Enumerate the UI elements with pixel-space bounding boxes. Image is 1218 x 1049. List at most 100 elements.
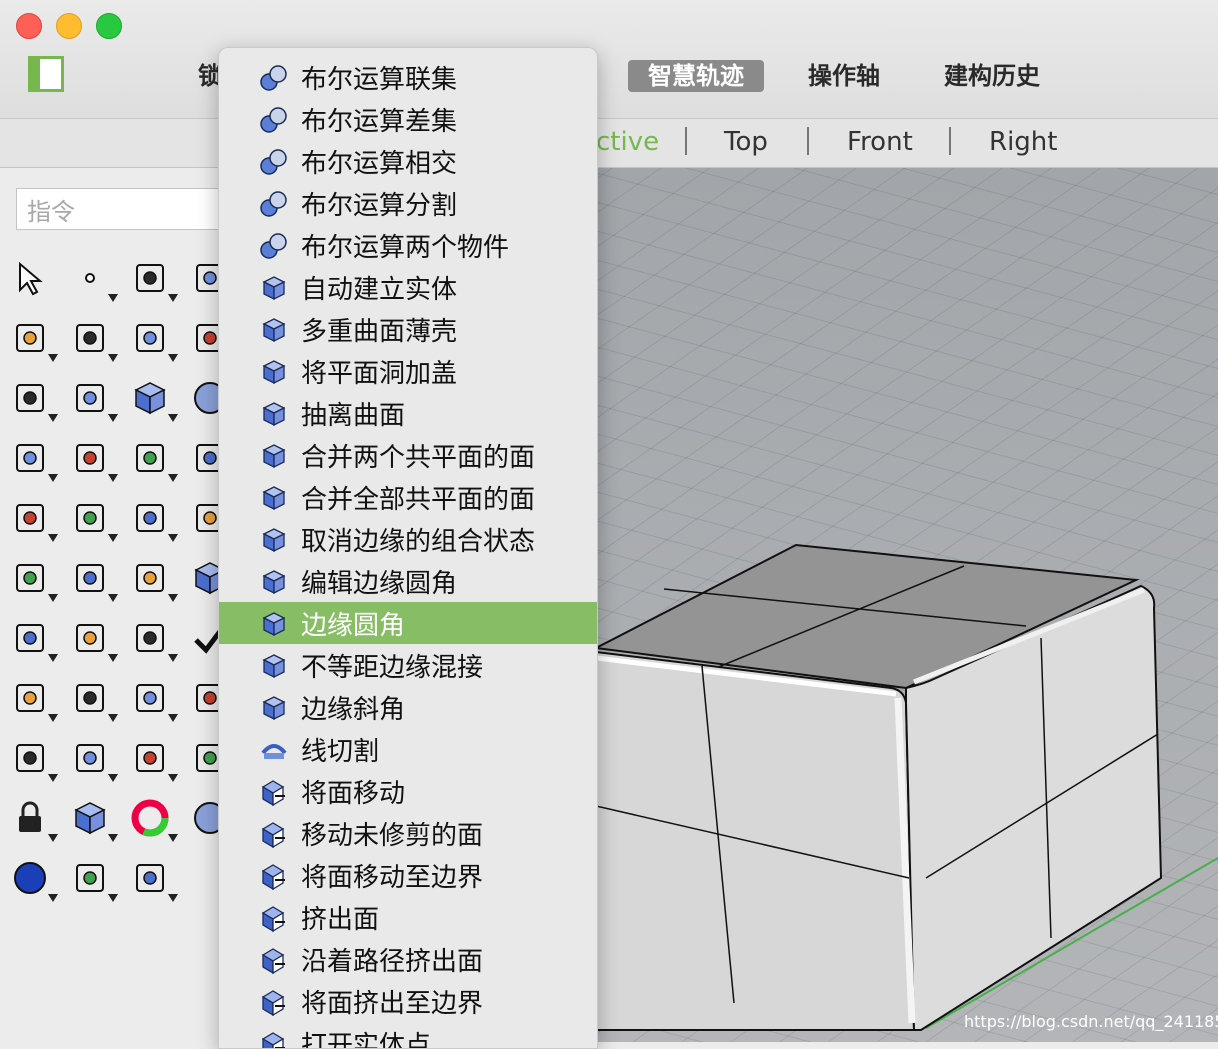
flyout-arrow-icon[interactable] — [108, 474, 118, 482]
patch-surface-icon[interactable] — [8, 436, 58, 482]
menu-item[interactable]: 合并两个共平面的面 — [219, 434, 597, 476]
flyout-arrow-icon[interactable] — [108, 894, 118, 902]
flyout-arrow-icon[interactable] — [108, 534, 118, 542]
flyout-arrow-icon[interactable] — [168, 654, 178, 662]
flyout-arrow-icon[interactable] — [168, 354, 178, 362]
menu-item[interactable]: 取消边缘的组合状态 — [219, 518, 597, 560]
flyout-arrow-icon[interactable] — [168, 714, 178, 722]
flyout-arrow-icon[interactable] — [168, 294, 178, 302]
zoom-window-icon[interactable] — [128, 676, 178, 722]
puzzle-join-icon[interactable] — [68, 436, 118, 482]
menu-item[interactable]: 布尔运算差集 — [219, 98, 597, 140]
layer-blocks-icon[interactable] — [128, 616, 178, 662]
flyout-arrow-icon[interactable] — [168, 594, 178, 602]
tab-top[interactable]: Top — [724, 127, 768, 157]
tab-smart-track[interactable]: 智慧轨迹 — [628, 60, 764, 92]
flyout-arrow-icon[interactable] — [108, 294, 118, 302]
flyout-arrow-icon[interactable] — [108, 594, 118, 602]
rectangle-icon[interactable] — [128, 316, 178, 362]
flyout-arrow-icon[interactable] — [168, 474, 178, 482]
light-icon[interactable] — [68, 856, 118, 902]
explode-icon[interactable] — [128, 436, 178, 482]
menu-item[interactable]: 布尔运算两个物件 — [219, 224, 597, 266]
perspective-viewport[interactable] — [596, 168, 1218, 1042]
flyout-arrow-icon[interactable] — [168, 534, 178, 542]
flyout-arrow-icon[interactable] — [108, 714, 118, 722]
circle-icon[interactable] — [8, 316, 58, 362]
command-field[interactable] — [16, 188, 246, 230]
flyout-arrow-icon[interactable] — [48, 654, 58, 662]
menu-item[interactable]: 沿着路径挤出面 — [219, 938, 597, 980]
pyramid-icon[interactable] — [8, 676, 58, 722]
layer-icon[interactable] — [68, 796, 118, 842]
menu-item[interactable]: 将平面洞加盖 — [219, 350, 597, 392]
menu-item[interactable]: 不等距边缘混接 — [219, 644, 597, 686]
zoom-button[interactable] — [96, 13, 122, 39]
menu-item[interactable]: 自动建立实体 — [219, 266, 597, 308]
tab-front[interactable]: Front — [847, 127, 913, 157]
menu-item[interactable]: 将面挤出至边界 — [219, 980, 597, 1022]
menu-item[interactable]: 边缘斜角 — [219, 686, 597, 728]
minimize-button[interactable] — [56, 13, 82, 39]
flyout-arrow-icon[interactable] — [108, 774, 118, 782]
flyout-arrow-icon[interactable] — [48, 534, 58, 542]
zoom-in-icon[interactable] — [68, 676, 118, 722]
tab-history[interactable]: 建构历史 — [944, 60, 1040, 92]
box-icon[interactable] — [128, 376, 178, 422]
sidebar-toggle-icon[interactable] — [28, 56, 64, 92]
lock-icon[interactable] — [8, 796, 58, 842]
tab-right[interactable]: Right — [989, 127, 1057, 157]
split-icon[interactable] — [68, 616, 118, 662]
menu-item[interactable]: 打开实体点 — [219, 1022, 597, 1048]
flyout-arrow-icon[interactable] — [48, 354, 58, 362]
menu-item[interactable]: 布尔运算联集 — [219, 56, 597, 98]
color-wheel-icon[interactable] — [128, 796, 178, 842]
menu-item[interactable]: 将面移动 — [219, 770, 597, 812]
scale-icon[interactable] — [8, 556, 58, 602]
flyout-arrow-icon[interactable] — [108, 414, 118, 422]
point-icon[interactable] — [68, 256, 118, 302]
flyout-arrow-icon[interactable] — [48, 834, 58, 842]
flyout-arrow-icon[interactable] — [108, 354, 118, 362]
menu-item[interactable]: 编辑边缘圆角 — [219, 560, 597, 602]
menu-item[interactable]: 线切割 — [219, 728, 597, 770]
menu-item[interactable]: 边缘圆角 — [219, 602, 597, 644]
menu-item[interactable]: 移动未修剪的面 — [219, 812, 597, 854]
flyout-arrow-icon[interactable] — [48, 714, 58, 722]
select-arrow-icon[interactable] — [8, 256, 52, 300]
flyout-arrow-icon[interactable] — [108, 654, 118, 662]
menu-item[interactable]: 挤出面 — [219, 896, 597, 938]
menu-item[interactable]: 布尔运算分割 — [219, 182, 597, 224]
points-icon[interactable] — [68, 496, 118, 542]
flyout-arrow-icon[interactable] — [48, 774, 58, 782]
menu-item[interactable]: 布尔运算相交 — [219, 140, 597, 182]
boolean-icon[interactable] — [8, 496, 58, 542]
rotate-view-icon[interactable] — [8, 736, 58, 782]
car-icon[interactable] — [68, 736, 118, 782]
tab-gumball[interactable]: 操作轴 — [808, 60, 880, 92]
flyout-arrow-icon[interactable] — [168, 774, 178, 782]
tab-perspective[interactable]: ctive — [596, 127, 659, 157]
array-icon[interactable] — [8, 616, 58, 662]
flyout-arrow-icon[interactable] — [108, 834, 118, 842]
menu-item[interactable]: 将面移动至边界 — [219, 854, 597, 896]
align-icon[interactable] — [68, 556, 118, 602]
flyout-arrow-icon[interactable] — [48, 414, 58, 422]
flyout-arrow-icon[interactable] — [48, 594, 58, 602]
flyout-arrow-icon[interactable] — [168, 894, 178, 902]
fillet-curve-icon[interactable] — [128, 496, 178, 542]
flyout-arrow-icon[interactable] — [48, 474, 58, 482]
close-button[interactable] — [16, 13, 42, 39]
menu-item[interactable]: 抽离曲面 — [219, 392, 597, 434]
flyout-arrow-icon[interactable] — [168, 834, 178, 842]
surface-icon[interactable] — [8, 376, 58, 422]
flyout-arrow-icon[interactable] — [48, 894, 58, 902]
polyline-icon[interactable] — [128, 256, 178, 302]
flyout-arrow-icon[interactable] — [168, 414, 178, 422]
mirror-icon[interactable] — [128, 556, 178, 602]
menu-item[interactable]: 多重曲面薄壳 — [219, 308, 597, 350]
menu-item[interactable]: 合并全部共平面的面 — [219, 476, 597, 518]
grid-icon[interactable] — [128, 736, 178, 782]
arc-icon[interactable] — [68, 316, 118, 362]
command-input[interactable] — [25, 197, 219, 227]
